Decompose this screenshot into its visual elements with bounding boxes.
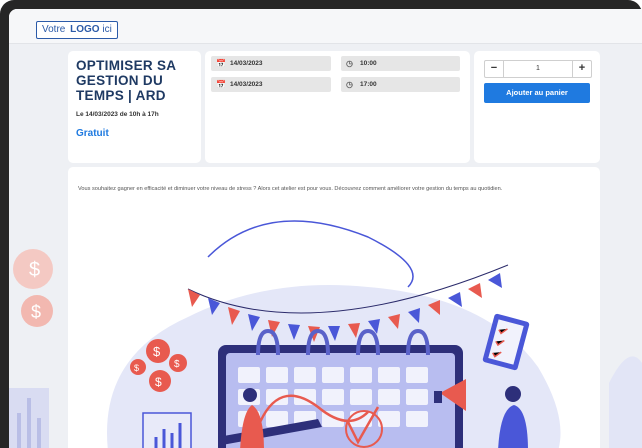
logo-suffix: ici bbox=[102, 24, 112, 35]
top-bar: Votre LOGO ici bbox=[9, 9, 642, 44]
svg-text:$: $ bbox=[174, 359, 180, 370]
end-date-field: 📅 14/03/2023 bbox=[211, 77, 331, 92]
svg-text:$: $ bbox=[29, 259, 40, 281]
schedule-card: 📅 14/03/2023 ◷ 10:00 📅 14/03/2023 ◷ 17:0… bbox=[205, 51, 470, 163]
logo-prefix: Votre bbox=[42, 24, 66, 35]
start-time-value: 10:00 bbox=[360, 60, 377, 67]
event-description: Vous souhaitez gagner en efficacité et d… bbox=[78, 186, 503, 192]
clock-icon: ◷ bbox=[346, 80, 353, 89]
calendar-icon: 📅 bbox=[216, 59, 226, 68]
start-time-field: ◷ 10:00 bbox=[341, 56, 460, 71]
description-card: Vous souhaitez gagner en efficacité et d… bbox=[68, 167, 600, 448]
end-date-value: 14/03/2023 bbox=[230, 81, 263, 88]
logo-bold: LOGO bbox=[70, 24, 100, 35]
clock-icon: ◷ bbox=[346, 59, 353, 68]
calendar-icon: 📅 bbox=[216, 80, 226, 89]
event-info-card: OPTIMISER SA GESTION DU TEMPS | ARD Le 1… bbox=[68, 51, 201, 163]
increase-quantity-button[interactable]: + bbox=[572, 61, 591, 77]
end-time-value: 17:00 bbox=[360, 81, 377, 88]
cart-card: − 1 + Ajouter au panier bbox=[474, 51, 600, 163]
quantity-input[interactable]: 1 bbox=[503, 61, 573, 77]
svg-text:$: $ bbox=[153, 344, 161, 359]
event-title: OPTIMISER SA GESTION DU TEMPS | ARD bbox=[76, 58, 176, 103]
start-date-value: 14/03/2023 bbox=[230, 60, 263, 67]
quantity-stepper: − 1 + bbox=[484, 60, 592, 78]
screen: Votre LOGO ici $ $ OPTIMISER SA GESTION … bbox=[9, 9, 642, 448]
time-management-illustration: $ $ $ $ bbox=[107, 220, 561, 448]
event-price: Gratuit bbox=[76, 128, 109, 139]
event-date-line: Le 14/03/2023 de 10h à 17h bbox=[76, 111, 159, 118]
start-date-field: 📅 14/03/2023 bbox=[211, 56, 331, 71]
device-frame: Votre LOGO ici $ $ OPTIMISER SA GESTION … bbox=[0, 0, 642, 448]
add-to-cart-button[interactable]: Ajouter au panier bbox=[484, 83, 590, 103]
end-time-field: ◷ 17:00 bbox=[341, 77, 460, 92]
svg-text:$: $ bbox=[134, 363, 139, 373]
svg-text:$: $ bbox=[31, 302, 41, 322]
decrease-quantity-button[interactable]: − bbox=[485, 61, 504, 77]
svg-text:$: $ bbox=[155, 375, 162, 389]
site-logo[interactable]: Votre LOGO ici bbox=[36, 21, 118, 39]
